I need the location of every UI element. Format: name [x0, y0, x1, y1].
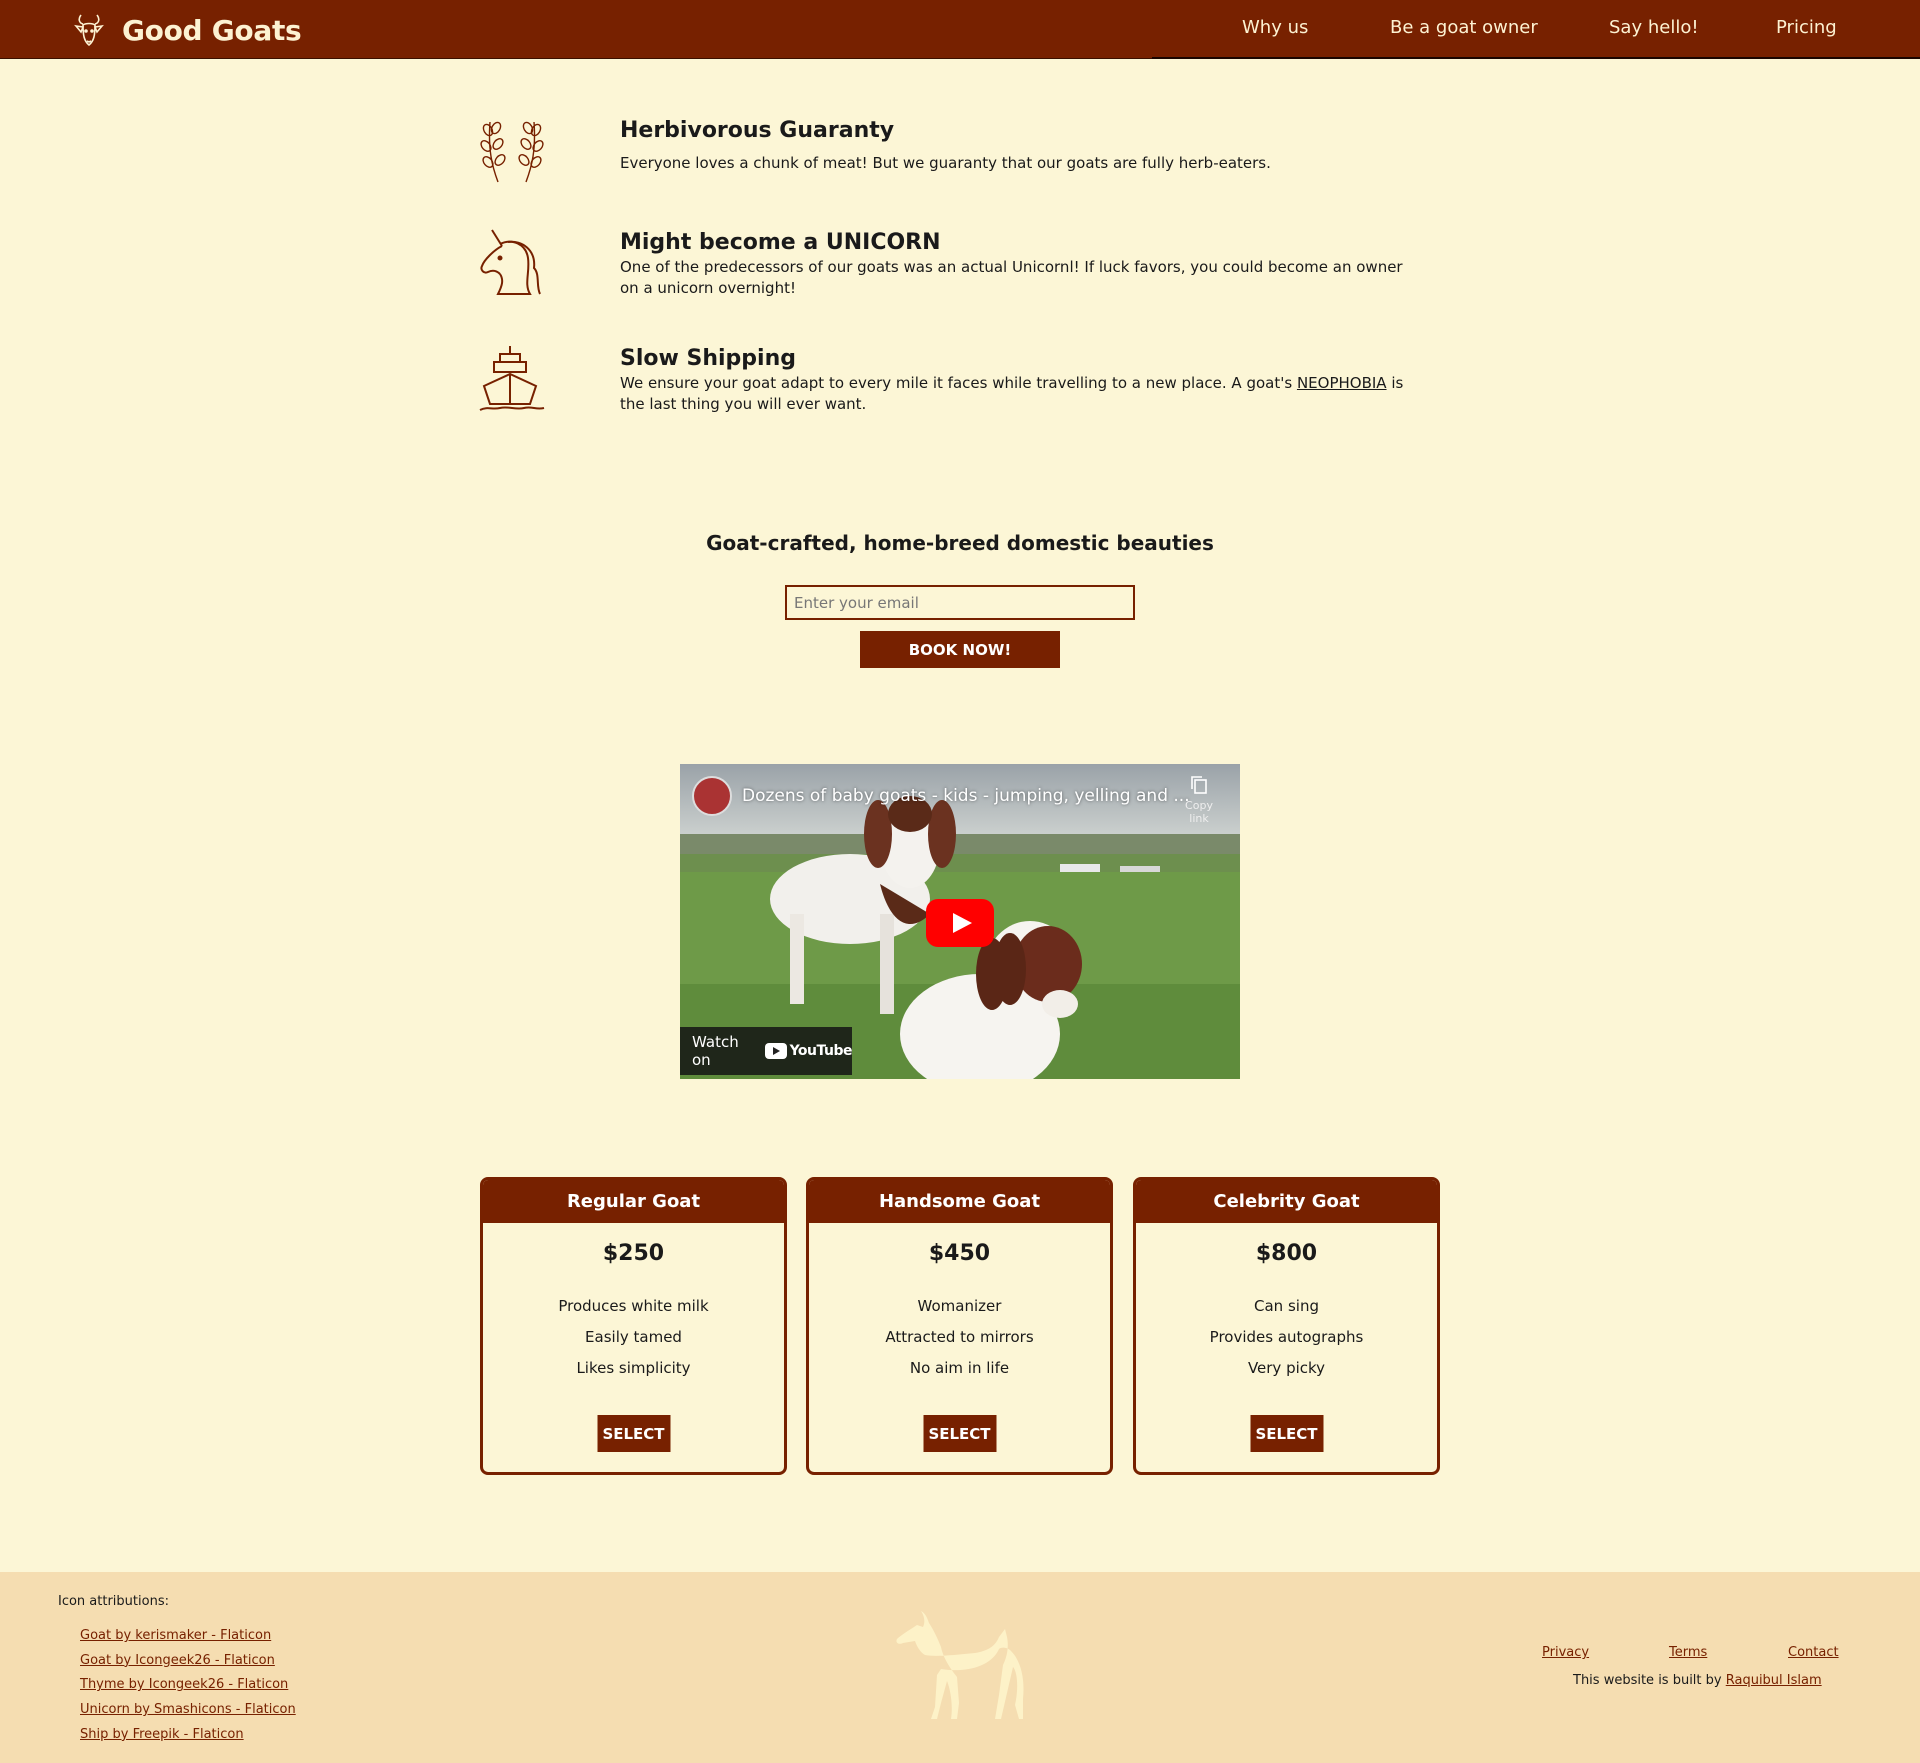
- attribution-link[interactable]: Thyme by Icongeek26 - Flaticon: [80, 1677, 288, 1692]
- nav-underline: [1152, 57, 1920, 59]
- youtube-logo-icon: YouTube: [764, 1043, 853, 1059]
- plan-feature: Very picky: [1247, 1359, 1326, 1377]
- select-handsome-button[interactable]: SELECT: [923, 1415, 996, 1452]
- copy-link-label: Copy link: [1185, 799, 1213, 825]
- plan-feature: Produces white milk: [558, 1297, 709, 1315]
- plan-name: Regular Goat: [483, 1180, 784, 1223]
- attributions-list: Goat by kerismaker - Flaticon Goat by Ic…: [80, 1624, 296, 1748]
- feature-title-shipping: Slow Shipping: [620, 346, 796, 371]
- attribution-link[interactable]: Ship by Freepik - Flaticon: [80, 1727, 244, 1742]
- author-link[interactable]: Raquibul Islam: [1726, 1673, 1822, 1688]
- pricing-card-celebrity: Celebrity Goat $800 Can sing Provides au…: [1133, 1177, 1440, 1475]
- feature-title-unicorn: Might become a UNICORN: [620, 230, 941, 255]
- attributions-title: Icon attributions:: [58, 1594, 169, 1609]
- nav-link-pricing[interactable]: Pricing: [1776, 17, 1837, 38]
- plan-features: Womanizer Attracted to mirrors No aim in…: [809, 1291, 1110, 1384]
- brand[interactable]: Good Goats: [72, 10, 302, 50]
- book-heading: Goat-crafted, home-breed domestic beauti…: [706, 531, 1214, 555]
- footer-link-privacy[interactable]: Privacy: [1542, 1645, 1589, 1660]
- plan-price: $250: [602, 1241, 665, 1266]
- feature-text-herbivorous: Everyone loves a chunk of meat! But we g…: [620, 154, 1271, 172]
- plan-features: Produces white milk Easily tamed Likes s…: [483, 1291, 784, 1384]
- video-title[interactable]: Dozens of baby goats - kids - jumping, y…: [742, 786, 1190, 806]
- pricing-card-regular: Regular Goat $250 Produces white milk Ea…: [480, 1177, 787, 1475]
- watch-on-label: Watch on: [692, 1033, 739, 1069]
- top-navbar: Good Goats Why us Be a goat owner Say he…: [0, 0, 1920, 59]
- feature-text-unicorn: One of the predecessors of our goats was…: [620, 258, 1403, 297]
- select-regular-button[interactable]: SELECT: [597, 1415, 670, 1452]
- ship-icon: [479, 346, 545, 411]
- feature-title-herbivorous: Herbivorous Guaranty: [620, 118, 895, 143]
- channel-avatar[interactable]: [692, 776, 732, 816]
- plan-price: $800: [1255, 1241, 1318, 1266]
- copy-link-button[interactable]: Copy link: [1174, 774, 1224, 825]
- shipping-text-before: We ensure your goat adapt to every mile …: [620, 374, 1297, 392]
- herb-icon: [480, 121, 544, 183]
- built-by-label: This website is built by: [1573, 1673, 1726, 1688]
- plan-feature: Likes simplicity: [576, 1359, 691, 1377]
- copy-icon: [1191, 776, 1207, 794]
- plan-name: Celebrity Goat: [1136, 1180, 1437, 1223]
- feature-text-shipping: We ensure your goat adapt to every mile …: [620, 373, 1420, 415]
- play-button-icon[interactable]: [926, 899, 994, 947]
- nav-link-say-hello[interactable]: Say hello!: [1609, 17, 1699, 38]
- plan-feature: Provides autographs: [1209, 1328, 1364, 1346]
- neophobia-link[interactable]: NEOPHOBIA: [1297, 374, 1387, 392]
- footer: Icon attributions: Goat by kerismaker - …: [0, 1572, 1920, 1763]
- goat-head-icon: [74, 14, 104, 47]
- nav-link-be-owner[interactable]: Be a goat owner: [1390, 17, 1538, 38]
- youtube-video-embed[interactable]: Dozens of baby goats - kids - jumping, y…: [680, 764, 1240, 1079]
- plan-feature: Can sing: [1254, 1297, 1319, 1315]
- nav-link-why-us[interactable]: Why us: [1242, 17, 1308, 38]
- unicorn-icon: [480, 229, 541, 295]
- pricing-card-handsome: Handsome Goat $450 Womanizer Attracted t…: [806, 1177, 1113, 1475]
- plan-feature: Attracted to mirrors: [885, 1328, 1034, 1346]
- plan-feature: Easily tamed: [585, 1328, 682, 1346]
- email-input[interactable]: [785, 585, 1135, 620]
- plan-name: Handsome Goat: [809, 1180, 1110, 1223]
- plan-price: $450: [928, 1241, 991, 1266]
- watch-on-youtube-button[interactable]: Watch on YouTube: [680, 1027, 853, 1075]
- footer-link-contact[interactable]: Contact: [1788, 1645, 1839, 1660]
- plan-feature: No aim in life: [909, 1359, 1010, 1377]
- youtube-wordmark: YouTube: [789, 1043, 853, 1059]
- footer-link-terms[interactable]: Terms: [1669, 1645, 1707, 1660]
- goat-silhouette-icon: [896, 1611, 1024, 1719]
- select-celebrity-button[interactable]: SELECT: [1250, 1415, 1323, 1452]
- brand-name: Good Goats: [122, 13, 302, 47]
- plan-features: Can sing Provides autographs Very picky: [1136, 1291, 1437, 1384]
- attribution-link[interactable]: Unicorn by Smashicons - Flaticon: [80, 1702, 296, 1717]
- attribution-link[interactable]: Goat by Icongeek26 - Flaticon: [80, 1653, 275, 1668]
- built-by-text: This website is built by Raquibul Islam: [1573, 1673, 1822, 1688]
- attribution-link[interactable]: Goat by kerismaker - Flaticon: [80, 1628, 271, 1643]
- plan-feature: Womanizer: [917, 1297, 1002, 1315]
- book-now-button[interactable]: BOOK NOW!: [860, 631, 1060, 668]
